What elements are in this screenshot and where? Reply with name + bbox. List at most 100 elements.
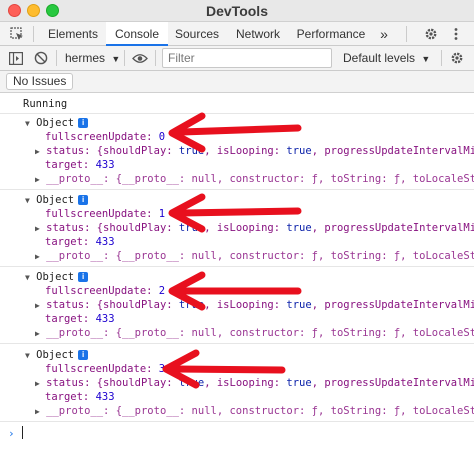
status-property-line[interactable]: ▶ status: {shouldPlay: true, isLooping: … bbox=[35, 376, 474, 390]
info-icon: i bbox=[78, 195, 89, 205]
expand-triangle-icon[interactable]: ▶ bbox=[35, 301, 40, 310]
tab-sources[interactable]: Sources bbox=[168, 22, 226, 46]
expand-triangle-icon[interactable]: ▶ bbox=[35, 224, 40, 233]
console-input-caret[interactable] bbox=[22, 426, 23, 439]
running-log-line: Running bbox=[23, 98, 68, 110]
tab-elements[interactable]: Elements bbox=[40, 22, 106, 46]
expand-triangle-icon[interactable]: ▶ bbox=[35, 407, 40, 416]
fullscreen-update-line: fullscreenUpdate: 2 bbox=[45, 284, 165, 298]
object-header[interactable]: ▼ Object i bbox=[25, 193, 89, 207]
target-key: target: bbox=[45, 313, 90, 325]
log-levels-label: Default levels bbox=[343, 51, 416, 65]
tab-performance[interactable]: Performance bbox=[290, 22, 372, 46]
target-property-line: target: 433 bbox=[45, 235, 115, 249]
message-divider bbox=[0, 343, 474, 344]
status-property-line[interactable]: ▶ status: {shouldPlay: true, isLooping: … bbox=[35, 298, 474, 312]
chevron-down-icon: ▼ bbox=[421, 54, 431, 64]
status-property-text: status: {shouldPlay: true, isLooping: tr… bbox=[46, 222, 474, 234]
info-icon: i bbox=[78, 350, 89, 360]
eye-icon[interactable] bbox=[132, 53, 148, 64]
tabbar-divider bbox=[406, 26, 407, 42]
fullscreen-update-value: 2 bbox=[158, 285, 166, 297]
expand-triangle-icon[interactable]: ▶ bbox=[35, 379, 40, 388]
expand-triangle-icon[interactable]: ▼ bbox=[25, 196, 30, 205]
issues-button[interactable]: No Issues bbox=[6, 73, 74, 90]
expand-triangle-icon[interactable]: ▶ bbox=[35, 252, 40, 261]
target-key: target: bbox=[45, 159, 90, 171]
inspect-element-icon[interactable] bbox=[10, 27, 24, 41]
status-property-text: status: {shouldPlay: true, isLooping: tr… bbox=[46, 145, 474, 157]
target-property-line: target: 433 bbox=[45, 312, 115, 326]
fullscreen-update-value: 0 bbox=[158, 131, 166, 143]
expand-triangle-icon[interactable]: ▼ bbox=[25, 273, 30, 282]
target-value: 433 bbox=[95, 391, 115, 403]
status-property-line[interactable]: ▶ status: {shouldPlay: true, isLooping: … bbox=[35, 221, 474, 235]
filter-input[interactable]: Filter bbox=[162, 48, 332, 68]
fullscreen-update-line: fullscreenUpdate: 0 bbox=[45, 130, 165, 144]
target-value: 433 bbox=[95, 236, 115, 248]
fullscreen-update-line: fullscreenUpdate: 3 bbox=[45, 362, 165, 376]
target-key: target: bbox=[45, 391, 90, 403]
console-toolbar: hermes ▼ Filter Default levels ▼ bbox=[0, 46, 474, 71]
proto-property-text: __proto__: {__proto__: null, constructor… bbox=[46, 250, 474, 262]
object-label: Object bbox=[36, 194, 75, 206]
object-header[interactable]: ▼ Object i bbox=[25, 116, 89, 130]
object-header[interactable]: ▼ Object i bbox=[25, 270, 89, 284]
log-levels-dropdown[interactable]: Default levels ▼ bbox=[343, 51, 430, 65]
fullscreen-update-key: fullscreenUpdate: bbox=[45, 131, 153, 143]
object-label: Object bbox=[36, 349, 75, 361]
context-selector-label: hermes bbox=[65, 51, 106, 65]
fullscreen-update-value: 3 bbox=[158, 363, 166, 375]
proto-property-text: __proto__: {__proto__: null, constructor… bbox=[46, 173, 474, 185]
toolbar-divider bbox=[441, 50, 442, 66]
target-property-line: target: 433 bbox=[45, 158, 115, 172]
target-key: target: bbox=[45, 236, 90, 248]
tabbar-divider bbox=[33, 26, 34, 42]
gear-icon[interactable] bbox=[424, 27, 438, 41]
target-value: 433 bbox=[95, 313, 115, 325]
message-divider bbox=[0, 189, 474, 190]
tab-console[interactable]: Console bbox=[106, 22, 168, 46]
chevron-down-icon: ▼ bbox=[111, 54, 121, 64]
fullscreen-update-key: fullscreenUpdate: bbox=[45, 208, 153, 220]
console-settings-gear-icon[interactable] bbox=[450, 51, 464, 65]
message-divider bbox=[0, 113, 474, 114]
message-divider bbox=[0, 266, 474, 267]
fullscreen-update-key: fullscreenUpdate: bbox=[45, 285, 153, 297]
toolbar-divider bbox=[56, 50, 57, 66]
more-tabs-button[interactable]: » bbox=[374, 22, 394, 46]
context-selector[interactable]: hermes ▼ bbox=[65, 51, 120, 65]
issues-bar: No Issues bbox=[0, 71, 474, 93]
info-icon: i bbox=[78, 118, 89, 128]
more-options-icon[interactable] bbox=[453, 27, 459, 41]
tab-network[interactable]: Network bbox=[226, 22, 290, 46]
proto-property-line[interactable]: ▶ __proto__: {__proto__: null, construct… bbox=[35, 172, 474, 186]
info-icon: i bbox=[78, 272, 89, 282]
proto-property-line[interactable]: ▶ __proto__: {__proto__: null, construct… bbox=[35, 326, 474, 340]
expand-triangle-icon[interactable]: ▼ bbox=[25, 119, 30, 128]
object-label: Object bbox=[36, 117, 75, 129]
target-property-line: target: 433 bbox=[45, 390, 115, 404]
clear-console-icon[interactable] bbox=[34, 51, 48, 65]
window-titlebar: DevTools bbox=[0, 0, 474, 22]
toolbar-divider bbox=[155, 50, 156, 66]
object-label: Object bbox=[36, 271, 75, 283]
fullscreen-update-value: 1 bbox=[158, 208, 166, 220]
expand-triangle-icon[interactable]: ▼ bbox=[25, 351, 30, 360]
expand-triangle-icon[interactable]: ▶ bbox=[35, 147, 40, 156]
expand-triangle-icon[interactable]: ▶ bbox=[35, 329, 40, 338]
object-header[interactable]: ▼ Object i bbox=[25, 348, 89, 362]
expand-triangle-icon[interactable]: ▶ bbox=[35, 175, 40, 184]
panel-tabbar: Elements Console Sources Network Perform… bbox=[0, 22, 474, 46]
status-property-line[interactable]: ▶ status: {shouldPlay: true, isLooping: … bbox=[35, 144, 474, 158]
window-title: DevTools bbox=[206, 3, 268, 19]
proto-property-line[interactable]: ▶ __proto__: {__proto__: null, construct… bbox=[35, 249, 474, 263]
proto-property-line[interactable]: ▶ __proto__: {__proto__: null, construct… bbox=[35, 404, 474, 418]
status-property-text: status: {shouldPlay: true, isLooping: tr… bbox=[46, 299, 474, 311]
sidebar-toggle-icon[interactable] bbox=[9, 52, 23, 65]
console-output: Running ▼ Object i fullscreenUpdate: 0 ▶ … bbox=[0, 93, 474, 475]
message-divider bbox=[0, 421, 474, 422]
proto-property-text: __proto__: {__proto__: null, constructor… bbox=[46, 327, 474, 339]
toolbar-divider bbox=[124, 50, 125, 66]
fullscreen-update-line: fullscreenUpdate: 1 bbox=[45, 207, 165, 221]
